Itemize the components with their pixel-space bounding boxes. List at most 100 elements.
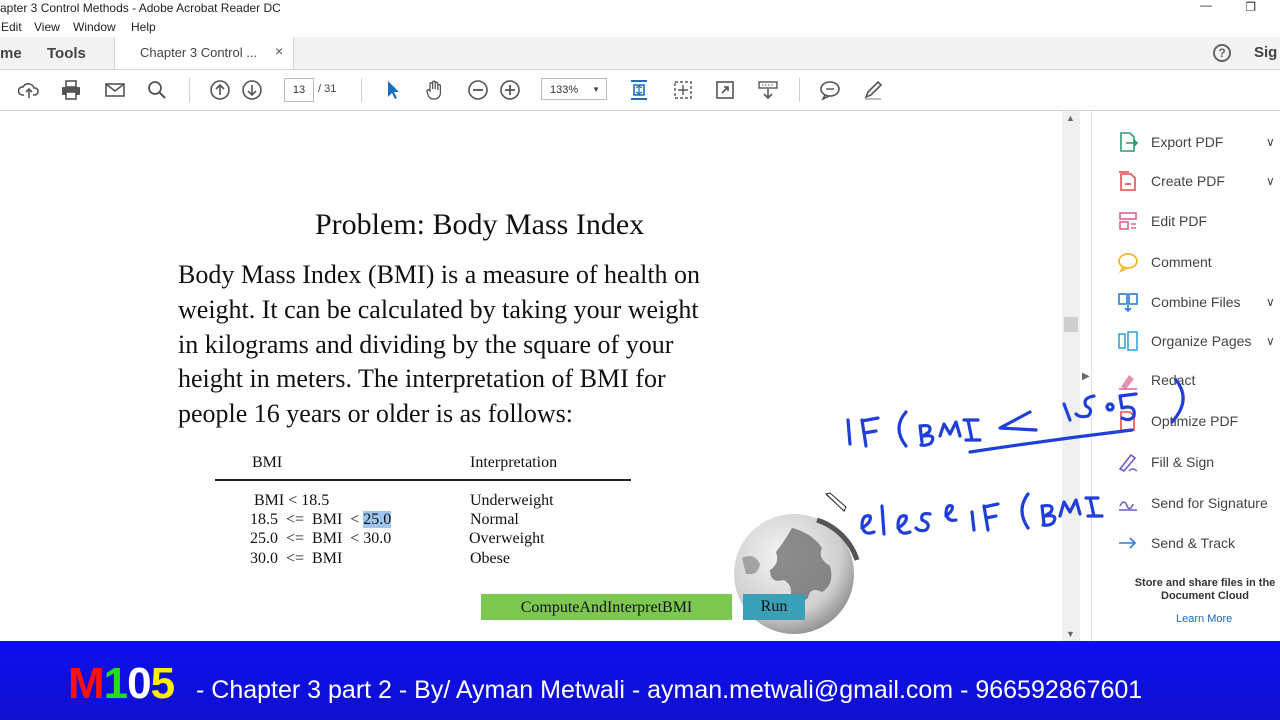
table-cell-bmi: 30.0 <= BMI	[250, 550, 343, 567]
redact-icon	[1119, 375, 1137, 390]
menu-window[interactable]: Window	[73, 20, 116, 34]
paragraph-line: people 16 years or older is as follows:	[178, 399, 573, 428]
video-banner: M105 - Chapter 3 part 2 - By/ Ayman Metw…	[0, 641, 1280, 720]
paragraph-line: in kilograms and dividing by the square …	[178, 330, 674, 359]
title-bar: apter 3 Control Methods - Adobe Acrobat …	[0, 0, 1280, 18]
table-cell-bmi: 18.5 <= BMI < 25.0	[250, 511, 392, 529]
restore-icon[interactable]: ❐	[1245, 0, 1256, 14]
tool-create-pdf[interactable]: Create PDF	[1151, 173, 1225, 189]
chevron-down-icon[interactable]: ∨	[1266, 334, 1275, 348]
next-page-icon[interactable]	[241, 79, 263, 101]
banner-caption: - Chapter 3 part 2 - By/ Ayman Metwali -…	[196, 676, 1143, 704]
page-total: / 31	[318, 83, 337, 95]
create-pdf-icon	[1119, 171, 1136, 191]
hand-tool-icon[interactable]	[424, 79, 446, 101]
toolbar-separator	[361, 78, 362, 102]
tab-home[interactable]: me	[0, 45, 22, 62]
tool-fill-sign[interactable]: Fill & Sign	[1151, 454, 1214, 470]
tool-edit-pdf[interactable]: Edit PDF	[1151, 213, 1207, 229]
tool-redact[interactable]: Redact	[1151, 372, 1195, 388]
scroll-down-icon[interactable]: ▼	[1066, 629, 1075, 639]
zoom-in-icon[interactable]	[499, 79, 521, 101]
select-cursor-icon[interactable]	[382, 79, 404, 101]
tool-comment[interactable]: Comment	[1151, 254, 1212, 270]
paragraph-line: height in meters. The interpretation of …	[178, 364, 666, 393]
tool-combine-files[interactable]: Combine Files	[1151, 294, 1240, 310]
email-icon[interactable]	[104, 79, 126, 101]
menu-view[interactable]: View	[34, 20, 60, 34]
export-pdf-icon	[1120, 132, 1139, 152]
combine-files-icon	[1118, 293, 1138, 313]
table-cell-interpretation: Overweight	[469, 530, 545, 547]
tool-send-for-signature[interactable]: Send for Signature	[1151, 495, 1268, 511]
course-code-m: M	[68, 659, 105, 708]
highlighted-selection: 25.0	[363, 511, 392, 528]
search-icon[interactable]	[146, 79, 168, 101]
comment-icon[interactable]	[819, 79, 841, 101]
zoom-select[interactable]: 133% ▼	[541, 78, 607, 100]
chevron-down-icon[interactable]: ∨	[1266, 295, 1275, 309]
help-icon[interactable]: ?	[1213, 44, 1231, 62]
learn-more-link[interactable]: Learn More	[1176, 613, 1232, 625]
tool-export-pdf[interactable]: Export PDF	[1151, 134, 1223, 150]
zoom-out-icon[interactable]	[467, 79, 489, 101]
tab-tools[interactable]: Tools	[47, 45, 86, 62]
upload-cloud-icon[interactable]	[18, 79, 40, 101]
tool-optimize-pdf[interactable]: Optimize PDF	[1151, 413, 1238, 429]
optimize-pdf-icon	[1120, 411, 1135, 431]
chevron-down-icon[interactable]: ∨	[1266, 174, 1275, 188]
fit-page-icon[interactable]	[628, 79, 650, 101]
paragraph-line: Body Mass Index (BMI) is a measure of he…	[178, 260, 701, 289]
page-number-input[interactable]: 13	[284, 78, 314, 102]
toolbar: 13 / 31 133% ▼	[0, 70, 1280, 111]
tool-send-track[interactable]: Send & Track	[1151, 535, 1235, 551]
menu-help[interactable]: Help	[131, 20, 156, 34]
table-cell-bmi: 25.0 <= BMI < 30.0	[250, 530, 392, 547]
previous-page-icon[interactable]	[209, 79, 231, 101]
page-heading: Problem: Body Mass Index	[315, 208, 645, 241]
scroll-mode-icon[interactable]	[757, 79, 779, 101]
toolbar-separator	[799, 78, 800, 102]
course-code: M105	[68, 659, 175, 709]
fill-sign-icon	[1118, 453, 1138, 472]
table-cell-interpretation: Normal	[470, 511, 519, 528]
full-screen-icon[interactable]	[714, 79, 736, 101]
rotate-view-icon[interactable]	[672, 79, 694, 101]
window-title: apter 3 Control Methods - Adobe Acrobat …	[0, 1, 281, 15]
collapse-pane-icon[interactable]: ▶	[1082, 371, 1090, 382]
table-cell-interpretation: Underweight	[470, 492, 554, 509]
vertical-scrollbar[interactable]	[1062, 111, 1080, 641]
course-code-zero: 0	[127, 659, 152, 708]
paragraph-line: weight. It can be calculated by taking y…	[178, 295, 699, 324]
zoom-value: 133%	[550, 84, 579, 96]
minimize-icon[interactable]: —	[1200, 0, 1212, 12]
chevron-down-icon: ▼	[592, 85, 600, 94]
table-divider	[215, 479, 631, 481]
run-button[interactable]: Run	[743, 594, 805, 620]
scrollbar-thumb[interactable]	[1064, 317, 1078, 332]
highlight-pen-icon[interactable]	[862, 79, 884, 101]
table-header-interpretation: Interpretation	[470, 454, 558, 471]
send-track-icon	[1119, 537, 1137, 549]
course-code-one: 1	[103, 659, 129, 708]
toolbar-separator	[189, 78, 190, 102]
menu-bar: Edit View Window Help	[0, 18, 1280, 37]
document-tab-label: Chapter 3 Control ...	[140, 45, 258, 60]
scroll-up-icon[interactable]: ▲	[1066, 113, 1075, 123]
compute-and-interpret-bmi-button[interactable]: ComputeAndInterpretBMI	[481, 594, 732, 620]
table-header-bmi: BMI	[252, 454, 283, 471]
menu-edit[interactable]: Edit	[1, 20, 22, 34]
close-tab-icon[interactable]: ×	[275, 43, 283, 59]
tab-document[interactable]: Chapter 3 Control ... ×	[114, 37, 294, 69]
table-cell-interpretation: Obese	[470, 550, 510, 567]
print-icon[interactable]	[60, 79, 82, 101]
tab-bar: me Tools Chapter 3 Control ... × ? Sig	[0, 37, 1280, 70]
sign-in-link[interactable]: Sig	[1254, 44, 1277, 61]
tool-organize-pages[interactable]: Organize Pages	[1151, 333, 1251, 349]
table-cell-bmi: BMI < 18.5	[254, 492, 330, 509]
send-signature-icon	[1119, 501, 1137, 511]
organize-pages-icon	[1118, 331, 1138, 351]
edit-pdf-icon	[1119, 212, 1137, 230]
document-cloud-promo: Store and share files in the Document Cl…	[1134, 577, 1276, 602]
chevron-down-icon[interactable]: ∨	[1266, 135, 1275, 149]
